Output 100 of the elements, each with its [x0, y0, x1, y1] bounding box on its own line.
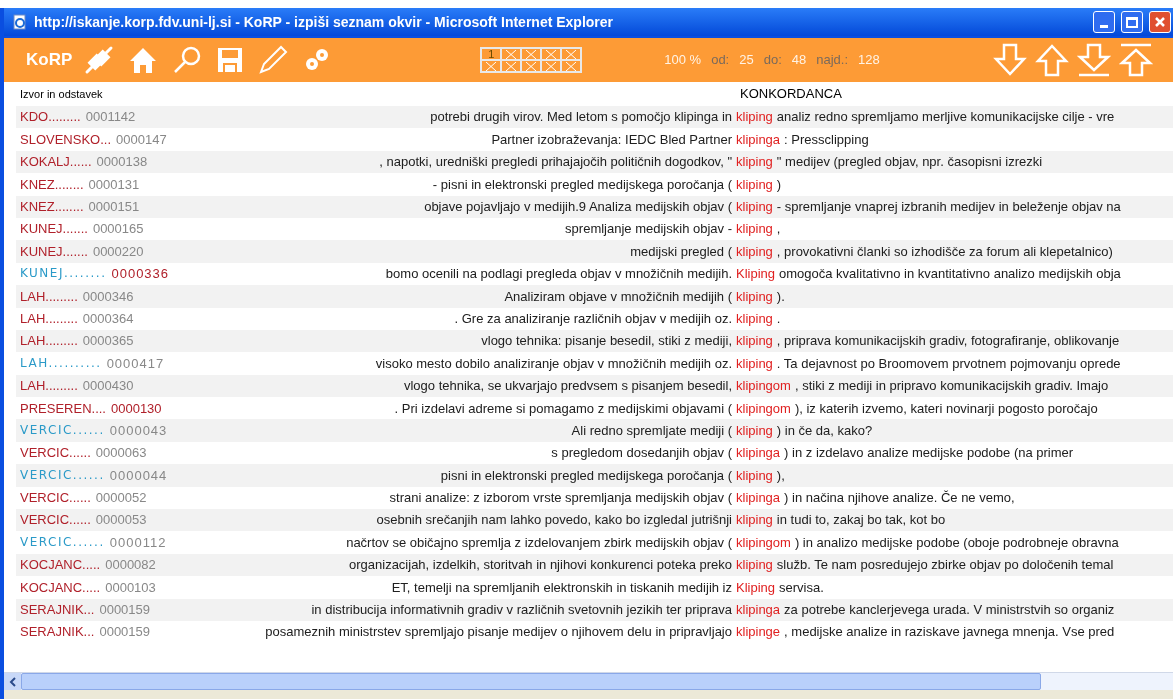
- cross-icon[interactable]: [525, 49, 538, 59]
- source-name[interactable]: VERCIC......: [20, 532, 105, 553]
- browser-page-icon: [12, 14, 28, 30]
- left-context: - pisni in elektronski pregled medijskega poročanja (: [431, 175, 732, 194]
- source-name[interactable]: VERCIC......: [20, 420, 105, 441]
- paragraph-number[interactable]: 0000138: [96, 152, 148, 172]
- source-name[interactable]: LAH.........: [20, 286, 78, 307]
- paragraph-number[interactable]: 0000044: [109, 465, 168, 486]
- right-context: ), iz katerih izvemo, kateri novinarji pogosto poročajo: [794, 399, 1098, 418]
- source-name[interactable]: LAH..........: [20, 353, 102, 374]
- paragraph-number[interactable]: 0000043: [109, 420, 168, 441]
- source-name[interactable]: VERCIC......: [20, 465, 105, 486]
- source-name[interactable]: SERAJNIK...: [20, 622, 95, 642]
- keyword: kliping: [736, 466, 773, 485]
- paragraph-number[interactable]: 0001142: [85, 107, 136, 127]
- right-context: ) in analizo medijske podobe (oboje podrobneje obravna: [794, 533, 1119, 552]
- search-icon[interactable]: [172, 45, 203, 75]
- keyword: klipinga: [736, 130, 781, 149]
- cross-icon[interactable]: [545, 49, 558, 59]
- left-context: Analiziram objave v množičnih medijih (: [503, 287, 732, 306]
- paragraph-number[interactable]: 0000364: [82, 308, 134, 329]
- paragraph-number[interactable]: 0000053: [95, 510, 147, 530]
- paragraph-number[interactable]: 0000052: [95, 488, 147, 508]
- paragraph-number[interactable]: 0000159: [99, 622, 151, 642]
- right-context: , medijske analize in raziskave javnega mnenja. Vse pred: [784, 623, 1115, 642]
- left-context: načrtov se običajno spremlja z izdelovanjem zbirk medijskih objav (: [345, 533, 732, 552]
- paragraph-number[interactable]: 0000063: [95, 443, 147, 463]
- paragraph-number[interactable]: 0000147: [116, 129, 167, 150]
- left-context: vlogo tehnika, se ukvarjajo predvsem s pisanjem besedil,: [402, 377, 732, 396]
- paragraph-number[interactable]: 0000346: [82, 286, 134, 307]
- source-name[interactable]: LAH.........: [20, 331, 78, 351]
- source-name[interactable]: PRESEREN....: [20, 398, 106, 418]
- paragraph-number[interactable]: 0000082: [105, 555, 156, 575]
- logo[interactable]: KoRP: [26, 47, 73, 73]
- source-name[interactable]: VERCIC......: [20, 488, 91, 508]
- right-context: . Ta dejavnost po Broomovem prvotnem pojmovanju oprede: [776, 354, 1121, 373]
- minimize-button[interactable]: [1093, 11, 1115, 33]
- cross-icon[interactable]: [485, 61, 498, 71]
- left-context: medijski pregled (: [629, 242, 732, 261]
- arrow-up-icon[interactable]: [1035, 43, 1069, 77]
- cross-icon[interactable]: [505, 49, 518, 59]
- source-name[interactable]: KOCJANC.....: [20, 555, 101, 575]
- pencil-icon[interactable]: [258, 45, 289, 75]
- plug-icon[interactable]: [84, 45, 115, 75]
- cross-icon[interactable]: [505, 61, 518, 71]
- paragraph-number[interactable]: 0000131: [88, 174, 140, 195]
- right-context: ) in če da, kako?: [776, 421, 873, 440]
- source-name[interactable]: SLOVENSKO...: [20, 129, 112, 150]
- left-context: osebnih srečanjih nam lahko povedo, kako bo izgledal jutrišnji: [375, 511, 732, 530]
- stat-value: 48: [791, 51, 807, 70]
- source-name[interactable]: KOKALJ......: [20, 152, 92, 172]
- paragraph-number[interactable]: 0000112: [109, 532, 167, 553]
- paragraph-number[interactable]: 0000165: [92, 219, 144, 239]
- source-name[interactable]: VERCIC......: [20, 510, 91, 530]
- paragraph-number[interactable]: 0000220: [92, 241, 144, 262]
- paragraph-number[interactable]: 0000159: [99, 600, 151, 620]
- source-name[interactable]: KUNEJ.......: [20, 241, 88, 262]
- page-number[interactable]: 1: [481, 48, 502, 60]
- source-name[interactable]: KDO.........: [20, 107, 81, 127]
- source-name[interactable]: KUNEJ.......: [20, 219, 88, 239]
- source-name[interactable]: LAH.........: [20, 308, 78, 329]
- maximize-button[interactable]: [1121, 11, 1143, 33]
- paragraph-number[interactable]: 0000336: [111, 264, 170, 284]
- keyword: klipingom: [736, 377, 791, 396]
- paragraph-number[interactable]: 0000103: [105, 577, 156, 598]
- left-context: Partner izobraževanja: IEDC Bled Partner: [490, 130, 732, 149]
- cross-icon[interactable]: [525, 61, 538, 71]
- arrow-down-to-bar-icon[interactable]: [1077, 43, 1111, 77]
- cross-icon[interactable]: [565, 61, 578, 71]
- arrow-down-icon[interactable]: [993, 43, 1027, 77]
- left-context: objave pojavljajo v medijih.9 Analiza medijskih objav (: [423, 198, 732, 216]
- cross-icon[interactable]: [565, 49, 578, 59]
- source-name[interactable]: KOCJANC.....: [20, 577, 101, 598]
- keyword: kliping: [736, 153, 773, 172]
- paragraph-number[interactable]: 0000365: [82, 331, 134, 351]
- stat-value: 25: [739, 51, 754, 70]
- keyword: klipinga: [736, 601, 781, 620]
- keyword: kliping: [736, 198, 773, 216]
- stat-label: do:: [763, 51, 782, 70]
- keyword: kliping: [736, 309, 773, 328]
- paragraph-number[interactable]: 0000130: [110, 398, 162, 418]
- keyword: kliping: [736, 511, 773, 530]
- scroll-left-icon[interactable]: [4, 673, 21, 690]
- home-icon[interactable]: [128, 45, 159, 75]
- left-context: spremljanje medijskih objav -: [564, 220, 732, 239]
- source-name[interactable]: SERAJNIK...: [20, 600, 95, 620]
- paragraph-number[interactable]: 0000151: [88, 197, 140, 217]
- arrow-up-from-bar-icon[interactable]: [1119, 43, 1153, 77]
- cross-icon[interactable]: [545, 61, 558, 71]
- source-name[interactable]: VERCIC......: [20, 443, 91, 463]
- keyword: kliping: [736, 175, 773, 194]
- close-button[interactable]: [1149, 11, 1171, 33]
- source-name[interactable]: KNEZ........: [20, 174, 84, 195]
- paragraph-number[interactable]: 0000417: [106, 353, 165, 374]
- source-name[interactable]: KNEZ........: [20, 197, 84, 217]
- left-context: posameznih ministrstev spremljajo pisanje medijev o njihovem delu in pripravljajo: [264, 623, 732, 642]
- source-name[interactable]: KUNEJ........: [20, 264, 107, 284]
- right-context: , provokativni članki so izhodišče za forum ali klepetalnico): [776, 242, 1113, 261]
- paragraph-number[interactable]: 0000430: [82, 376, 134, 396]
- source-name[interactable]: LAH.........: [20, 376, 78, 396]
